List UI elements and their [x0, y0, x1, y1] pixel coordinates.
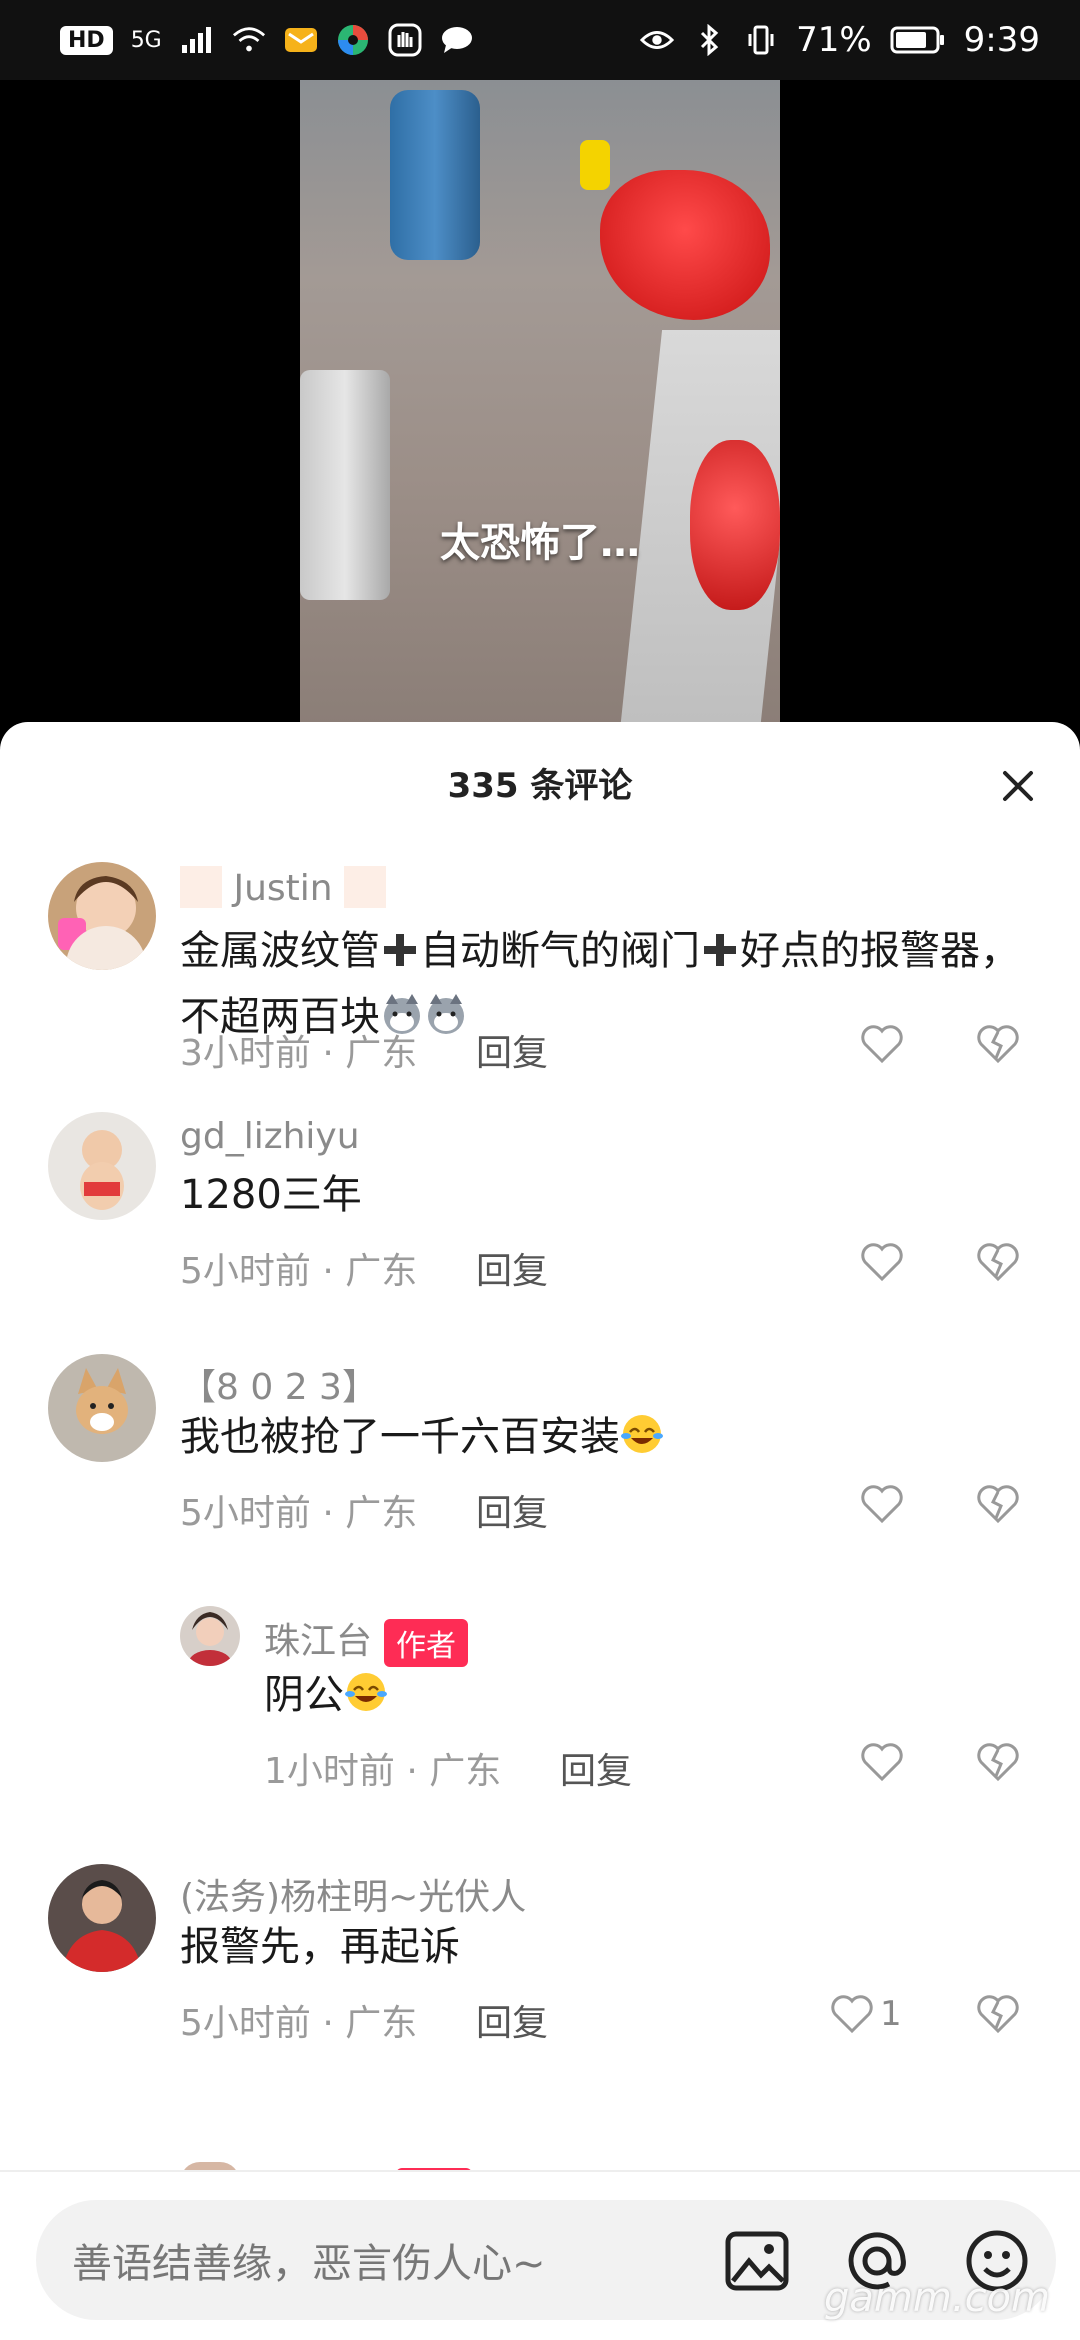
comment-username[interactable]: 珠江台 作者 — [264, 1612, 469, 1667]
comments-panel: 335 条评论 Justin 金属波纹管 自动断气的阀门 好点的报警器，不超两百块 … — [0, 722, 1080, 2340]
status-bar: HD 5G 71% 9:39 — [0, 0, 1080, 80]
vibrate-icon — [744, 23, 778, 57]
dislike-button[interactable] — [976, 1990, 1020, 2038]
hd-badge: HD — [60, 25, 113, 55]
broken-heart-icon — [977, 1243, 1019, 1282]
plus-icon — [704, 934, 736, 966]
comment-item: 【8 0 2 3】 我也被抢了一千六百安装 5小时前 · 广东 回复 — [0, 1354, 1080, 1534]
comment-text: 1280三年 — [180, 1172, 362, 1218]
comment-time-location: 5小时前 · 广东 — [180, 1251, 418, 1292]
like-button[interactable] — [860, 1238, 910, 1286]
avatar[interactable] — [48, 1112, 156, 1220]
signal-icon — [180, 23, 214, 57]
comment-time-location: 1小时前 · 广东 — [264, 1751, 502, 1792]
husky-emoji-icon — [428, 994, 464, 1034]
red-bag — [600, 170, 770, 320]
comment-text: 阴公 — [264, 1662, 388, 1728]
like-button[interactable] — [860, 1020, 910, 1068]
comment-text: 报警先，再起诉 — [180, 1924, 460, 1970]
comment-time-location: 5小时前 · 广东 — [180, 1493, 418, 1534]
comment-text: 我也被抢了一千六百安装 — [180, 1404, 664, 1470]
gas-cylinder — [390, 90, 480, 260]
plus-icon — [384, 934, 416, 966]
heart-icon — [861, 1025, 903, 1064]
avatar[interactable] — [48, 862, 156, 970]
heart-icon — [861, 1243, 903, 1282]
broken-heart-icon — [977, 1743, 1019, 1782]
status-left: HD 5G — [60, 23, 474, 57]
broken-heart-icon — [977, 1025, 1019, 1064]
image-button[interactable] — [722, 2226, 792, 2296]
broken-heart-icon — [977, 1485, 1019, 1524]
laugh-cry-emoji-icon — [621, 1415, 663, 1453]
reply-item: 珠江台 作者 阴公 1小时前 · 广东 回复 — [0, 1606, 1080, 1792]
like-button[interactable] — [860, 1738, 910, 1786]
video-frame[interactable]: 太恐怖了… — [300, 80, 780, 740]
reply-button[interactable]: 回复 — [560, 1742, 632, 1794]
image-icon — [725, 2231, 789, 2291]
avatar[interactable] — [48, 1864, 156, 1972]
like-button[interactable] — [860, 1480, 910, 1528]
network-label: 5G — [130, 27, 162, 53]
battery-percent: 71% — [796, 20, 872, 60]
comment-username[interactable]: (法务)杨柱明~光伏人 — [180, 1868, 526, 1920]
name-emoji-placeholder — [344, 866, 387, 908]
eye-icon — [640, 23, 675, 57]
status-right: 71% 9:39 — [640, 20, 1040, 60]
dislike-button[interactable] — [976, 1480, 1020, 1528]
comment-time-location: 3小时前 · 广东 — [180, 1033, 418, 1074]
wifi-icon — [232, 23, 266, 57]
video-caption: 太恐怖了… — [440, 520, 640, 566]
watermark: gamm.com — [824, 2275, 1050, 2321]
comment-item: Justin 金属波纹管 自动断气的阀门 好点的报警器，不超两百块 3小时前 · 广… — [0, 862, 1080, 1082]
dislike-button[interactable] — [976, 1238, 1020, 1286]
author-badge: 作者 — [384, 1619, 469, 1667]
reply-button[interactable]: 回复 — [476, 1242, 548, 1294]
heart-icon — [861, 1485, 903, 1524]
comments-count-title: 335 条评论 — [447, 765, 633, 806]
app-pinwheel-icon — [336, 23, 370, 57]
close-button[interactable] — [996, 764, 1040, 808]
dislike-button[interactable] — [976, 1738, 1020, 1786]
heart-icon — [831, 1995, 873, 2034]
comment-time-location: 5小时前 · 广东 — [180, 2003, 418, 2044]
comments-header: 335 条评论 — [0, 722, 1080, 842]
name-emoji-placeholder — [180, 866, 222, 908]
bluetooth-icon — [692, 23, 726, 57]
comment-item: gd_lizhiyu 1280三年 5小时前 · 广东 回复 — [0, 1112, 1080, 1292]
laugh-cry-emoji-icon — [345, 1673, 387, 1711]
comment-username[interactable]: gd_lizhiyu — [180, 1116, 360, 1157]
avatar[interactable] — [48, 1354, 156, 1462]
chat-bubble-icon — [440, 23, 474, 57]
avatar[interactable] — [180, 1606, 240, 1666]
battery-icon — [890, 23, 946, 57]
yellow-bottle — [580, 140, 610, 190]
like-button[interactable]: 1 — [830, 1990, 902, 2038]
close-icon — [1003, 771, 1033, 801]
mail-app-icon — [284, 23, 318, 57]
hand-app-icon — [388, 23, 422, 57]
reply-button[interactable]: 回复 — [476, 1994, 548, 2046]
comment-username[interactable]: 【8 0 2 3】 — [180, 1358, 378, 1410]
broken-heart-icon — [977, 1995, 1019, 2034]
comment-item: (法务)杨柱明~光伏人 报警先，再起诉 5小时前 · 广东 回复 1 — [0, 1864, 1080, 2044]
like-count: 1 — [880, 1994, 902, 2034]
reply-button[interactable]: 回复 — [476, 1024, 548, 1076]
comment-username[interactable]: Justin — [180, 866, 387, 909]
dislike-button[interactable] — [976, 1020, 1020, 1068]
video-player[interactable]: 太恐怖了… — [0, 80, 1080, 740]
heart-icon — [861, 1743, 903, 1782]
clock: 9:39 — [963, 20, 1040, 60]
reply-button[interactable]: 回复 — [476, 1484, 548, 1536]
